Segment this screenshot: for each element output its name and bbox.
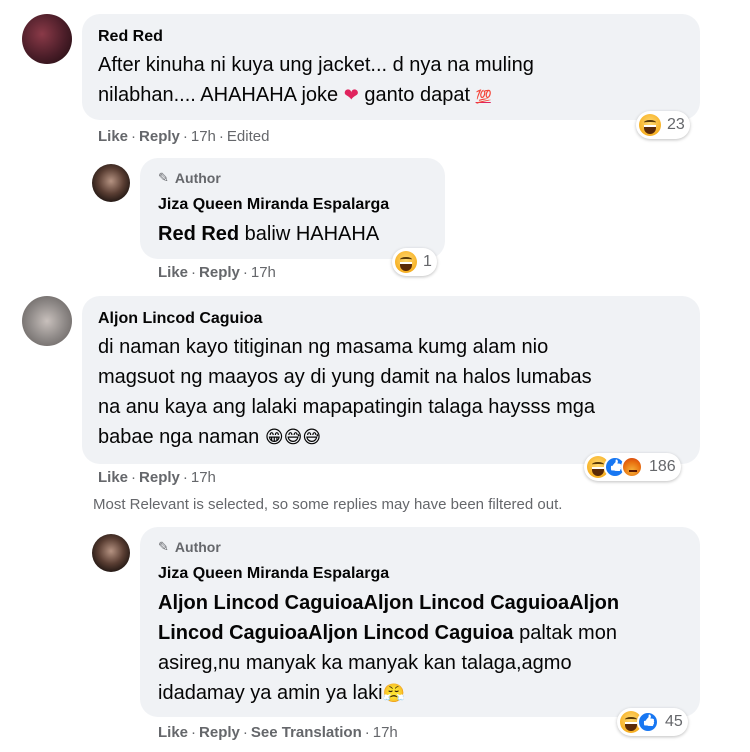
comment-text: Aljon Lincod CaguioaAljon Lincod Caguioa… (158, 588, 619, 709)
like-link[interactable]: Like (158, 264, 188, 281)
comment-text-fragment: idadamay ya amin ya laki (158, 682, 383, 704)
mention-link[interactable]: Lincod CaguioaAljon Lincod Caguioa (158, 622, 514, 644)
comment-text-fragment: nilabhan.... AHAHAHA joke (98, 84, 344, 106)
author-badge-label: Author (174, 170, 221, 186)
comment-text-line: Aljon Lincod CaguioaAljon Lincod Caguioa… (158, 588, 619, 618)
timestamp[interactable]: 17h (373, 724, 398, 741)
avatar[interactable] (22, 296, 72, 346)
comment-text-line: nilabhan.... AHAHAHA joke ❤ ganto dapat … (98, 80, 534, 112)
comment-actions: Like · Reply · 17h (98, 469, 216, 486)
like-link[interactable]: Like (98, 469, 128, 486)
comment-text-line: asireg,nu manyak ka manyak kan talaga,ag… (158, 652, 572, 674)
reply-link[interactable]: Reply (139, 128, 180, 145)
timestamp[interactable]: 17h (251, 264, 276, 281)
comment-text-line: babae nga naman 😁😅😅 (98, 422, 595, 453)
steam-face-emoji: 😤 (382, 683, 405, 704)
comment-author-name[interactable]: Red Red (98, 28, 163, 46)
comment-text-line: Lincod CaguioaAljon Lincod Caguioa palta… (158, 618, 619, 648)
comment-text-line: magsuot ng maayos ay di yung damit na ha… (98, 366, 592, 388)
reaction-summary[interactable]: 45 (617, 708, 688, 736)
mention-link[interactable]: Aljon Lincod CaguioaAljon Lincod Caguioa… (158, 592, 619, 614)
comment-text: After kinuha ni kuya ung jacket... d nya… (98, 50, 534, 112)
comment-actions: Like · Reply · 17h (158, 264, 276, 281)
like-link[interactable]: Like (98, 128, 128, 145)
timestamp[interactable]: 17h (191, 128, 216, 145)
like-link[interactable]: Like (158, 724, 188, 741)
reaction-count: 45 (665, 713, 683, 730)
hundred-points-emoji: 💯 (475, 89, 492, 104)
reply-link[interactable]: Reply (199, 724, 240, 741)
comment-text-fragment: baliw HAHAHA (239, 223, 380, 245)
avatar[interactable] (22, 14, 72, 64)
comment-text-line: di naman kayo titiginan ng masama kumg a… (98, 336, 549, 358)
filter-notice: Most Relevant is selected, so some repli… (93, 496, 563, 513)
comment-text-line: idadamay ya amin ya laki😤 (158, 678, 619, 709)
author-badge-label: Author (174, 539, 221, 555)
reaction-summary[interactable]: 1 (392, 248, 437, 276)
reaction-count: 1 (423, 253, 432, 270)
pencil-icon: ✎ (158, 539, 169, 554)
reaction-count: 23 (667, 116, 685, 133)
comment-text-fragment: paltak mon (513, 622, 617, 644)
comment-author-name[interactable]: Jiza Queen Miranda Espalarga (158, 196, 389, 214)
comment-actions: Like · Reply · 17h · Edited (98, 128, 270, 145)
comment-text-fragment: ganto dapat (358, 84, 476, 106)
avatar[interactable] (92, 164, 130, 202)
grinning-sweat-emojis: 😁😅😅 (264, 427, 322, 448)
author-badge: ✎ Author (158, 170, 221, 186)
angry-reaction-icon (621, 456, 643, 478)
reply-link[interactable]: Reply (199, 264, 240, 281)
reaction-summary[interactable]: 186 (584, 453, 681, 481)
comment-text: Red Red baliw HAHAHA (158, 219, 379, 249)
timestamp[interactable]: 17h (191, 469, 216, 486)
haha-reaction-icon (395, 251, 417, 273)
comment-text: di naman kayo titiginan ng masama kumg a… (98, 332, 595, 453)
haha-reaction-icon (639, 114, 661, 136)
reaction-summary[interactable]: 23 (636, 111, 690, 139)
avatar[interactable] (92, 534, 130, 572)
reply-link[interactable]: Reply (139, 469, 180, 486)
comment-actions: Like · Reply · See Translation · 17h (158, 724, 398, 741)
heart-emoji: ❤ (343, 85, 359, 106)
comment-text-fragment: babae nga naman (98, 426, 265, 448)
comment-author-name[interactable]: Aljon Lincod Caguioa (98, 310, 262, 328)
reaction-count: 186 (649, 458, 676, 475)
like-reaction-icon (637, 711, 659, 733)
edited-label: Edited (226, 128, 270, 145)
comment-author-name[interactable]: Jiza Queen Miranda Espalarga (158, 565, 389, 583)
comment-text-line: na anu kaya ang lalaki mapapatingin tala… (98, 396, 595, 418)
see-translation-link[interactable]: See Translation (251, 724, 362, 741)
mention-link[interactable]: Red Red (158, 223, 239, 245)
comment-text-line: After kinuha ni kuya ung jacket... d nya… (98, 54, 534, 76)
pencil-icon: ✎ (158, 170, 169, 185)
author-badge: ✎ Author (158, 539, 221, 555)
